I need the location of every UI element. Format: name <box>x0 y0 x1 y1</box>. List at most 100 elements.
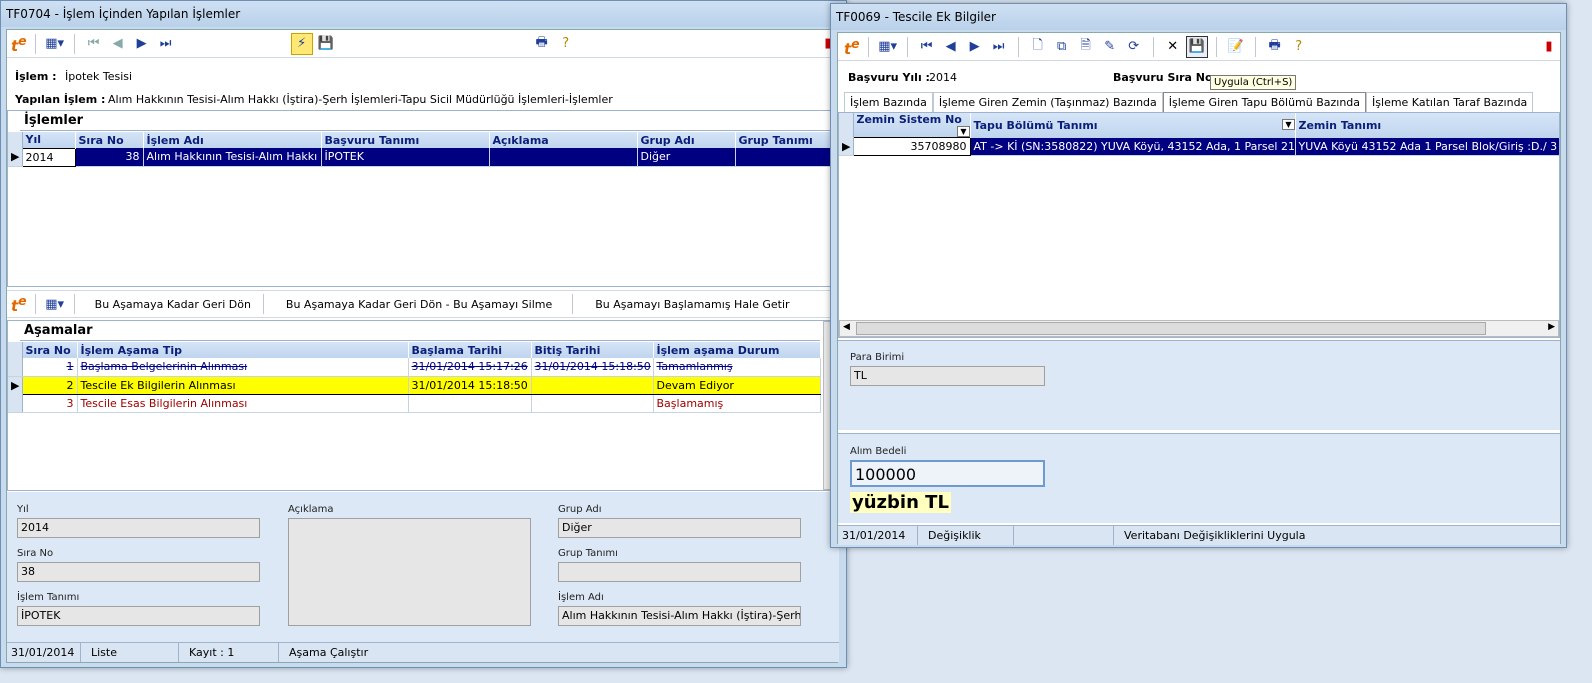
stage-rollback-button[interactable]: Bu Aşamaya Kadar Geri Dön <box>83 294 264 314</box>
scroll-right-icon[interactable]: ▶ <box>1548 322 1555 332</box>
scroll-thumb[interactable] <box>856 322 1486 335</box>
help-icon[interactable]: ? <box>555 33 577 55</box>
prev-record-icon[interactable]: ◀ <box>940 36 962 58</box>
alim-bedeli-field[interactable]: 100000 <box>850 460 1045 487</box>
col-header[interactable]: İşlem Adı <box>143 132 322 148</box>
grid-menu-icon[interactable]: ▦▾ <box>877 36 899 58</box>
table-cell[interactable]: 35708980 <box>852 137 971 156</box>
left-window: TF0704 - İşlem İçinden Yapılan İşlemler … <box>0 0 847 668</box>
filter-dropdown-icon[interactable]: ▼ <box>1282 118 1294 130</box>
table-row[interactable]: 1 Başlama Belgelerinin Alınması 31/01/20… <box>8 358 821 377</box>
table-cell[interactable]: 2014 <box>21 147 76 167</box>
grid-menu-icon[interactable]: ▦▾ <box>44 33 66 55</box>
tab-zemin[interactable]: İşleme Giren Zemin (Taşınmaz) Bazında <box>932 92 1163 112</box>
edit-record-icon[interactable]: ✎ <box>1099 36 1121 58</box>
table-cell[interactable]: Tamamlanmış <box>653 358 821 377</box>
para-birimi-field[interactable]: TL <box>850 366 1045 386</box>
table-cell[interactable]: İPOTEK <box>321 148 490 167</box>
stage-reset-button[interactable]: Bu Aşamayı Başlamamış Hale Getir <box>575 294 809 314</box>
col-header[interactable]: Grup Adı <box>637 132 736 148</box>
next-record-icon[interactable]: ▶ <box>131 33 153 55</box>
grup-tanimi-label: Grup Tanımı <box>558 548 618 559</box>
table-cell[interactable]: YUVA Köyü 43152 Ada 1 Parsel Blok/Giriş … <box>1295 137 1559 156</box>
print-icon[interactable]: 🖶 <box>1264 36 1286 58</box>
table-row[interactable]: ▶ 35708980 AT -> Kİ (SN:3580822) YUVA Kö… <box>839 137 1559 156</box>
islem-tanimi-field[interactable]: İPOTEK <box>17 606 260 626</box>
col-header[interactable]: Tapu Bölümü Tanımı ▼ <box>970 113 1296 138</box>
col-header[interactable]: Açıklama <box>489 132 638 148</box>
grup-adi-field[interactable]: Diğer <box>558 518 801 538</box>
table-cell[interactable]: Devam Ediyor <box>653 375 821 395</box>
last-record-icon[interactable]: ⏭ <box>988 36 1010 58</box>
table-row[interactable]: 3 Tescile Esas Bilgilerin Alınması Başla… <box>8 394 821 413</box>
table-cell[interactable]: 31/01/2014 15:18:50 <box>531 358 654 377</box>
table-cell[interactable] <box>735 148 833 167</box>
delete-record-icon[interactable]: 🗎 <box>1075 36 1097 58</box>
col-header[interactable]: Grup Tanımı <box>735 132 833 148</box>
aciklama-field[interactable] <box>288 518 531 626</box>
first-record-icon[interactable]: ⏮ <box>83 33 105 55</box>
tab-islem[interactable]: İşlem Bazında <box>844 92 933 112</box>
sira-no-field[interactable]: 38 <box>17 562 260 582</box>
table-cell[interactable]: 31/01/2014 15:17:26 <box>408 358 532 377</box>
table-cell[interactable] <box>489 148 638 167</box>
col-header[interactable]: Başvuru Tanımı <box>321 132 490 148</box>
table-cell[interactable]: 2 <box>22 375 78 395</box>
copy-record-icon[interactable]: ⧉ <box>1051 36 1073 58</box>
col-header[interactable]: İşlem Aşama Tip <box>77 342 409 358</box>
col-header[interactable]: Yıl <box>22 132 76 148</box>
table-cell[interactable] <box>531 375 654 395</box>
filter-dropdown-icon[interactable]: ▼ <box>957 126 969 137</box>
lightning-icon[interactable]: ⚡ <box>290 32 313 55</box>
col-header[interactable]: Zemin Sistem No ▼ <box>853 113 971 138</box>
table-cell[interactable]: Diğer <box>637 148 736 167</box>
scroll-left-icon[interactable]: ◀ <box>843 322 850 332</box>
status-date: 31/01/2014 <box>7 643 81 662</box>
col-header[interactable]: Sıra No <box>75 132 144 148</box>
islem-adi-label: İşlem Adı <box>558 592 604 603</box>
print-icon[interactable]: 🖶 <box>531 33 553 55</box>
grid-menu-icon[interactable]: ▦▾ <box>44 293 66 315</box>
table-cell[interactable] <box>531 394 654 413</box>
col-header[interactable]: Başlama Tarihi <box>408 342 532 358</box>
left-toolbar: te ▦▾ ⏮ ◀ ▶ ⏭ ⚡ 💾 🖶 ? ▮ <box>7 30 839 58</box>
next-record-icon[interactable]: ▶ <box>964 36 986 58</box>
help-icon[interactable]: ? <box>1288 36 1310 58</box>
first-record-icon[interactable]: ⏮ <box>916 36 938 58</box>
exit-icon[interactable]: ▮ <box>1538 36 1560 58</box>
horizontal-scrollbar[interactable]: ◀ ▶ <box>839 320 1559 337</box>
save-icon[interactable]: 💾 <box>1185 35 1208 58</box>
col-header[interactable]: Sıra No <box>22 342 78 358</box>
table-cell[interactable]: 38 <box>75 148 144 167</box>
refresh-icon[interactable]: ⟳ <box>1123 36 1145 58</box>
yil-field[interactable]: 2014 <box>17 518 260 538</box>
cancel-icon[interactable]: ✕ <box>1162 36 1184 58</box>
last-record-icon[interactable]: ⏭ <box>155 33 177 55</box>
col-header[interactable]: İşlem aşama Durum <box>653 342 821 358</box>
new-record-icon[interactable]: 🗋 <box>1027 36 1049 58</box>
islem-adi-field[interactable]: Alım Hakkının Tesisi-Alım Hakkı (İştira)… <box>558 606 801 626</box>
left-client: te ▦▾ ⏮ ◀ ▶ ⏭ ⚡ 💾 🖶 ? ▮ İşlem : İpotek T… <box>6 29 839 663</box>
table-cell[interactable]: 1 <box>22 358 78 377</box>
table-cell[interactable]: AT -> Kİ (SN:3580822) YUVA Köyü, 43152 A… <box>970 137 1296 156</box>
table-row[interactable]: ▶ 2 Tescile Ek Bilgilerin Alınması 31/01… <box>8 375 821 395</box>
table-cell[interactable]: Başlamamış <box>653 394 821 413</box>
col-header[interactable]: Zemin Tanımı <box>1295 113 1559 138</box>
grup-tanimi-field[interactable] <box>558 562 801 582</box>
tab-tapu-bolumu[interactable]: İşleme Giren Tapu Bölümü Bazında <box>1162 92 1367 112</box>
table-cell[interactable]: 3 <box>22 394 78 413</box>
table-cell[interactable]: 31/01/2014 15:18:50 <box>408 375 532 395</box>
tab-taraf[interactable]: İşleme Katılan Taraf Bazında <box>1366 92 1534 112</box>
table-cell[interactable]: Başlama Belgelerinin Alınması <box>77 358 409 377</box>
table-cell[interactable]: Tescile Esas Bilgilerin Alınması <box>77 394 409 413</box>
right-status-bar: 31/01/2014 Değişiklik Veritabanı Değişik… <box>838 525 1560 545</box>
notes-icon[interactable]: 📝 <box>1225 36 1247 58</box>
save-icon[interactable]: 💾 <box>315 33 337 55</box>
prev-record-icon[interactable]: ◀ <box>107 33 129 55</box>
table-cell[interactable]: Tescile Ek Bilgilerin Alınması <box>77 375 409 395</box>
col-header[interactable]: Bitiş Tarihi <box>531 342 654 358</box>
stage-rollback-nodelete-button[interactable]: Bu Aşamaya Kadar Geri Dön - Bu Aşamayı S… <box>266 294 574 314</box>
table-cell[interactable] <box>408 394 532 413</box>
table-cell[interactable]: Alım Hakkının Tesisi-Alım Hakkı (İştira <box>143 148 322 167</box>
table-row[interactable]: ▶ 2014 38 Alım Hakkının Tesisi-Alım Hakk… <box>8 147 833 167</box>
